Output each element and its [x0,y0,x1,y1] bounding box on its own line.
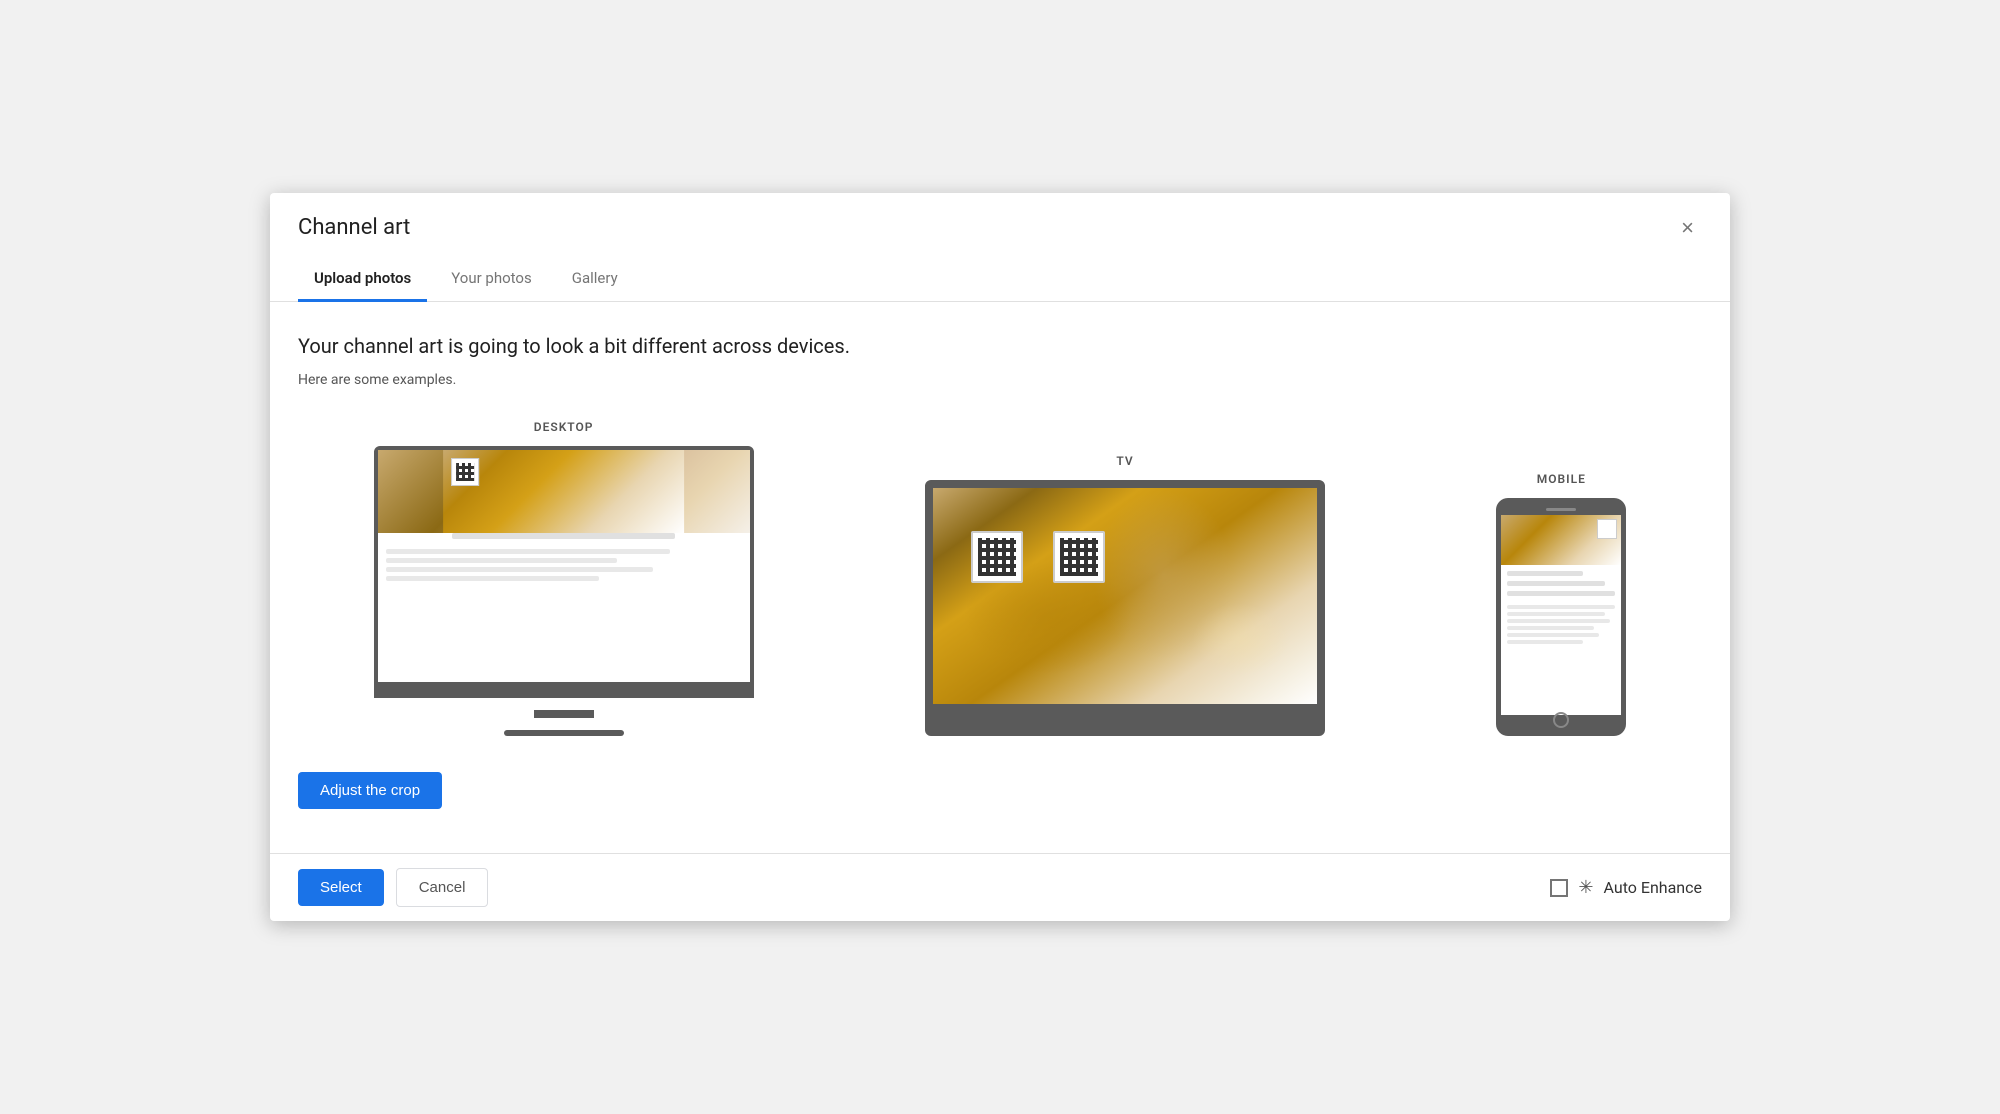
adjust-crop-row: Adjust the crop [298,772,1702,829]
tv-foot [1065,720,1185,728]
footer-left: Select Cancel [298,868,488,907]
desktop-text-line-3 [386,567,653,572]
mobile-text-line-1 [1507,571,1583,576]
mobile-block-2 [1507,612,1604,616]
desktop-banner [378,450,750,534]
desktop-text-line-4 [386,576,600,581]
select-button[interactable]: Select [298,869,384,906]
mobile-banner [1501,515,1621,565]
tv-qr-1 [971,531,1023,583]
tv-qr-group [971,531,1105,583]
mobile-block-5 [1507,633,1599,637]
tv-overlay [933,488,1317,704]
dialog-title: Channel art [298,215,410,240]
tv-stand [1100,704,1150,720]
mobile-block-1 [1507,605,1615,609]
mobile-home-btn [1553,712,1569,728]
desktop-qr-icon [451,458,479,486]
main-heading: Your channel art is going to look a bit … [298,334,1702,358]
mobile-label: MOBILE [1537,472,1586,486]
mobile-qr-icon [1597,519,1617,539]
close-button[interactable]: × [1673,213,1702,243]
mobile-block-3 [1507,619,1610,623]
desktop-device-col: DESKTOP [374,420,754,737]
mobile-top-bar [1501,503,1621,515]
auto-enhance-checkbox[interactable] [1550,879,1568,897]
mobile-speaker [1546,508,1576,511]
mobile-text-line-3 [1507,591,1615,596]
desktop-text-lines [378,545,750,585]
cancel-button[interactable]: Cancel [396,868,489,907]
tv-screen [933,488,1317,704]
adjust-crop-button[interactable]: Adjust the crop [298,772,442,809]
auto-enhance-icon: ✳ [1578,877,1593,898]
desktop-mockup [374,446,754,699]
tv-device-col: TV [925,454,1325,736]
mobile-block-4 [1507,626,1593,630]
desktop-text-line-1 [386,549,671,554]
desktop-nav-bar [452,533,675,539]
mobile-mockup [1496,498,1626,736]
desktop-screen [378,450,750,683]
desktop-stand [534,710,594,718]
dialog-body: Your channel art is going to look a bit … [270,302,1730,854]
desktop-foot [504,730,624,736]
devices-preview-row: DESKTOP [298,420,1702,737]
desktop-text-line-2 [386,558,617,563]
tab-gallery[interactable]: Gallery [556,257,634,302]
mobile-text-block [1507,605,1615,644]
desktop-base [378,682,750,694]
tv-mockup [925,480,1325,736]
tab-upload-photos[interactable]: Upload photos [298,257,427,302]
mobile-device-col: MOBILE [1496,472,1626,736]
mobile-text-line-2 [1507,581,1604,586]
auto-enhance-control: ✳ Auto Enhance [1550,877,1702,898]
dialog-footer: Select Cancel ✳ Auto Enhance [270,853,1730,921]
desktop-label: DESKTOP [534,420,594,434]
mobile-screen [1501,515,1621,715]
auto-enhance-label: Auto Enhance [1604,878,1702,897]
tabs-bar: Upload photos Your photos Gallery [270,257,1730,302]
desktop-banner-inner [443,450,685,534]
channel-art-dialog: Channel art × Upload photos Your photos … [270,193,1730,922]
dialog-header: Channel art × [270,193,1730,243]
sub-heading: Here are some examples. [298,372,1702,388]
tv-qr-2 [1053,531,1105,583]
mobile-bottom-bar [1501,715,1621,725]
tab-your-photos[interactable]: Your photos [435,257,547,302]
mobile-block-6 [1507,640,1583,644]
mobile-content [1501,565,1621,650]
tv-label: TV [1116,454,1133,468]
